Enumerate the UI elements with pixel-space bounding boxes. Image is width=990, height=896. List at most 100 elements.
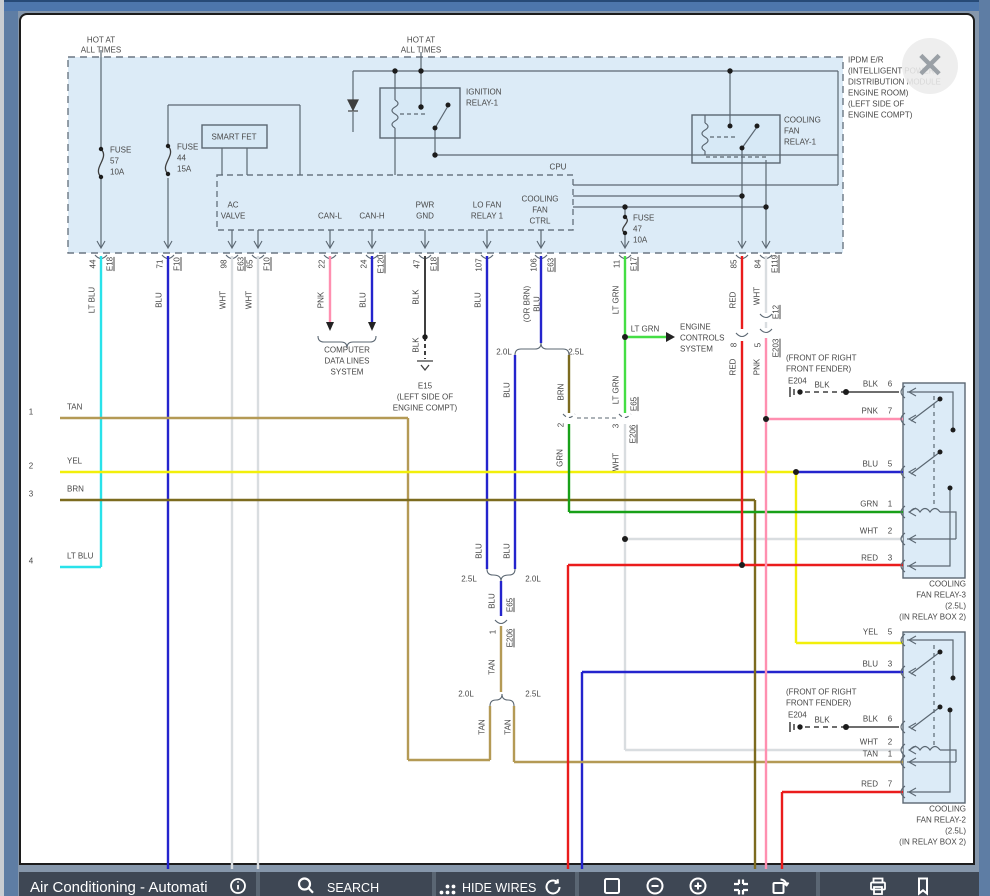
hot-at-2b: ALL TIMES bbox=[401, 46, 441, 55]
refresh-icon[interactable] bbox=[543, 877, 563, 896]
r3-pin-grn-n: 1 bbox=[888, 500, 892, 509]
pin-num-24: 24 bbox=[360, 260, 369, 269]
r3-pin-wht: WHT bbox=[860, 527, 878, 536]
wire-color-blu6: BLU bbox=[475, 543, 484, 559]
wire-color-grn: GRN bbox=[556, 449, 565, 467]
ipdm-label-5: (LEFT SIDE OF bbox=[848, 100, 904, 109]
r2-pin-yel-n: 5 bbox=[888, 628, 892, 637]
e204a-wire: BLK bbox=[814, 381, 829, 390]
fit-page-icon[interactable] bbox=[602, 876, 622, 896]
wires-lt-grn bbox=[625, 256, 666, 413]
smart-fet-label: SMART FET bbox=[211, 133, 256, 142]
r2-pin-blu: BLU bbox=[862, 660, 878, 669]
r2-cap-4: (IN RELAY BOX 2) bbox=[899, 838, 966, 847]
r2-cap-3: (2.5L) bbox=[945, 827, 966, 836]
wires-tan bbox=[60, 418, 903, 762]
brace2-left: 2.5L bbox=[461, 575, 477, 584]
out-canh: CAN-H bbox=[359, 212, 384, 221]
fuse57-l3: 10A bbox=[110, 168, 124, 177]
r2-cap-2: FAN RELAY-2 bbox=[916, 816, 966, 825]
r3-cap-1: COOLING bbox=[929, 580, 966, 589]
r2-pin-red: RED bbox=[861, 780, 878, 789]
out-canl: CAN-L bbox=[318, 212, 342, 221]
r2-cap-1: COOLING bbox=[929, 805, 966, 814]
pin-num-1: 1 bbox=[489, 630, 498, 634]
pin-num-106: 106 bbox=[530, 258, 539, 271]
wire-color-tan1: TAN bbox=[488, 659, 497, 674]
r3-pin-grn: GRN bbox=[860, 500, 878, 509]
out-pwr-l1: PWR bbox=[416, 201, 435, 210]
pin-num-85: 85 bbox=[730, 260, 739, 269]
out-cfctrl-l1: COOLING bbox=[522, 195, 559, 204]
wire-color-red1: RED bbox=[729, 292, 738, 309]
e204b-l2: FRONT FENDER) bbox=[786, 699, 851, 708]
window-top-bar bbox=[0, 0, 990, 11]
wire-color-ltgrn2: LT GRN bbox=[612, 376, 621, 405]
wire-color-blu4: BLU bbox=[533, 296, 542, 312]
r3-cap-4: (IN RELAY BOX 2) bbox=[899, 613, 966, 622]
brace1-left: 2.0L bbox=[496, 348, 512, 357]
window-left-edge bbox=[0, 0, 4, 896]
reset-view-icon[interactable] bbox=[770, 876, 790, 896]
fuse44-l2: 44 bbox=[177, 154, 186, 163]
zoom-in-icon[interactable] bbox=[688, 876, 708, 896]
brace1-right: 2.5L bbox=[568, 348, 584, 357]
r3-pin-blk: BLK bbox=[863, 380, 878, 389]
diagram-canvas[interactable] bbox=[0, 0, 990, 896]
fuse57-l2: 57 bbox=[110, 157, 119, 166]
left-wire-1-color: TAN bbox=[67, 403, 82, 412]
window-left-strip bbox=[4, 0, 18, 896]
cds-l1: COMPUTER bbox=[324, 346, 370, 355]
wire-color-blk2: BLK bbox=[412, 337, 421, 352]
conn-e65a: E65 bbox=[630, 397, 639, 411]
fan-relay1-l3: RELAY-1 bbox=[784, 138, 816, 147]
fit-width-icon[interactable] bbox=[731, 877, 751, 896]
info-icon[interactable] bbox=[228, 876, 248, 896]
r3-pin-wht-n: 2 bbox=[888, 527, 892, 536]
print-icon[interactable] bbox=[868, 876, 888, 896]
fuse44-l3: 15A bbox=[177, 165, 191, 174]
fuse47-l3: 10A bbox=[633, 236, 647, 245]
e15-l3: ENGINE COMPT) bbox=[393, 404, 457, 413]
r2-pin-wht: WHT bbox=[860, 738, 878, 747]
out-cfctrl-l2: FAN bbox=[532, 206, 548, 215]
wire-color-brn1: BRN bbox=[557, 384, 566, 401]
pin-num-47: 47 bbox=[413, 260, 422, 269]
pin-num-11: 11 bbox=[613, 260, 622, 268]
zoom-out-icon[interactable] bbox=[645, 876, 665, 896]
r2-pin-tan-n: 1 bbox=[888, 750, 892, 759]
close-button[interactable]: ✕ bbox=[902, 38, 958, 94]
r2-pin-tan: TAN bbox=[863, 750, 878, 759]
out-cfctrl-l3: CTRL bbox=[530, 217, 551, 226]
wire-color-wht1: WHT bbox=[219, 291, 228, 309]
r3-cap-3: (2.5L) bbox=[945, 602, 966, 611]
engine-size-braces bbox=[318, 336, 569, 706]
pin-num-98: 98 bbox=[220, 260, 229, 269]
wire-color-blu1: BLU bbox=[155, 292, 164, 308]
r3-pin-pnk-n: 7 bbox=[888, 407, 892, 416]
pin-num-5: 5 bbox=[754, 343, 763, 347]
conn-e206b: E206 bbox=[506, 629, 515, 648]
e15-l1: E15 bbox=[418, 382, 432, 391]
ipdm-label-1: IPDM E/R bbox=[848, 56, 884, 65]
ignition-relay-l1: IGNITION bbox=[466, 88, 502, 97]
close-icon: ✕ bbox=[916, 46, 945, 86]
bookmark-icon[interactable] bbox=[913, 876, 933, 896]
r2-pin-blk-n: 6 bbox=[888, 715, 892, 724]
r2-pin-wht-n: 2 bbox=[888, 738, 892, 747]
ipdm-label-4: ENGINE ROOM) bbox=[848, 89, 908, 98]
r3-pin-blu: BLU bbox=[862, 460, 878, 469]
window-right-strip bbox=[979, 0, 990, 896]
pin-num-8: 8 bbox=[730, 343, 739, 347]
hide-wires-icon[interactable] bbox=[438, 877, 458, 896]
conn-e63a: E63 bbox=[237, 257, 246, 271]
wire-color-blu2: BLU bbox=[359, 292, 368, 308]
search-icon[interactable] bbox=[296, 876, 316, 896]
wire-color-blu3: BLU bbox=[474, 292, 483, 308]
pin-num-22: 22 bbox=[318, 260, 327, 269]
diagram-title: Air Conditioning - Automati bbox=[30, 879, 208, 896]
search-label: SEARCH bbox=[327, 881, 379, 895]
ec-wire-label: LT GRN bbox=[631, 325, 660, 334]
conn-e63b: E63 bbox=[547, 258, 556, 272]
ipdm-label-6: ENGINE COMPT) bbox=[848, 111, 912, 120]
